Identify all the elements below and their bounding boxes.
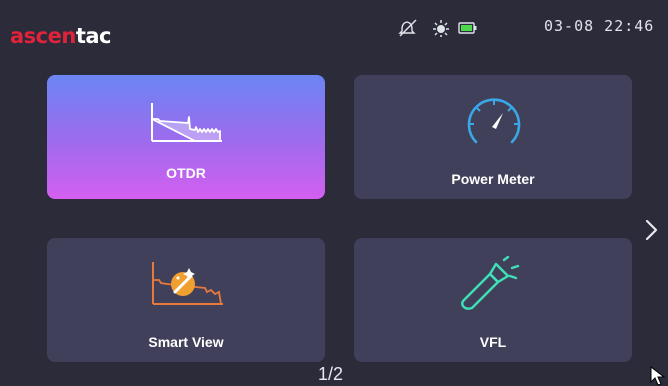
smart-view-icon: [152, 262, 223, 305]
vfl-tile[interactable]: VFL: [354, 238, 632, 362]
date-time: 03-08 22:46: [544, 17, 655, 35]
smart-view-tile[interactable]: Smart View: [47, 238, 325, 362]
otdr-label: OTDR: [166, 165, 206, 181]
brightness-icon: [433, 20, 449, 37]
mute-icon: [398, 19, 417, 37]
power-meter-label: Power Meter: [451, 171, 535, 187]
flashlight-icon: [461, 256, 520, 310]
vfl-label: VFL: [479, 334, 507, 350]
otdr-trace-icon: [151, 103, 222, 142]
status-bar: ascentac 03-08 22:46: [0, 0, 668, 60]
battery-icon: [458, 22, 477, 34]
gauge-icon: [467, 98, 521, 144]
otdr-tile[interactable]: OTDR: [47, 75, 325, 199]
mouse-cursor-icon: [650, 366, 666, 386]
page-indicator: 1/2: [318, 364, 344, 384]
chevron-right-icon[interactable]: [643, 218, 661, 242]
power-meter-tile[interactable]: Power Meter: [354, 75, 632, 199]
brand-logo: ascentac: [10, 24, 111, 48]
smart-view-label: Smart View: [148, 334, 224, 350]
